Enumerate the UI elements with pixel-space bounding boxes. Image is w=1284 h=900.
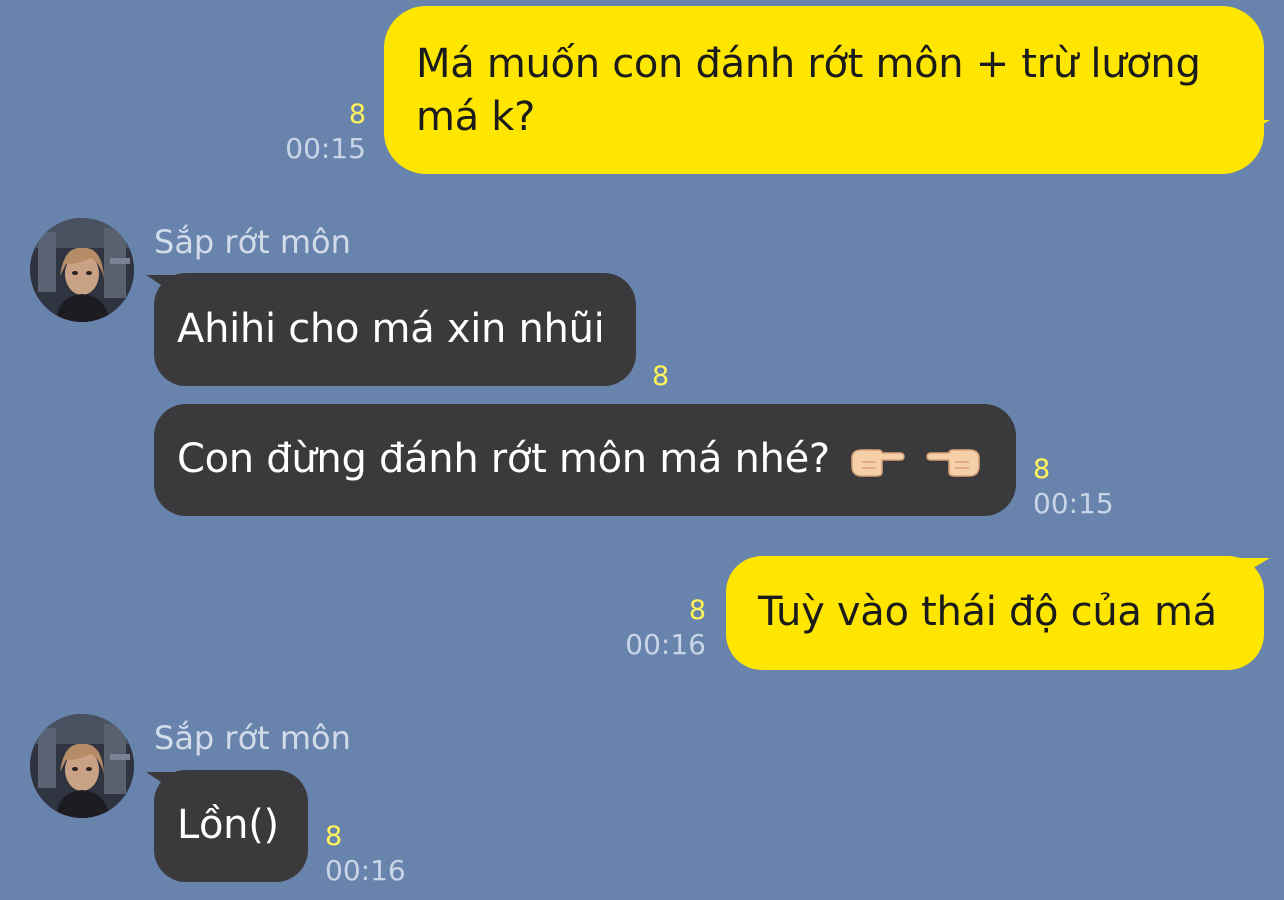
profile-photo-icon [30,218,134,322]
bubble-tail [146,772,176,792]
received-message-bubble[interactable]: Lồn() [154,770,308,882]
bubble-tail [1236,558,1270,578]
read-count: 8 [325,821,343,852]
message-meta: 8 [652,360,669,393]
profile-photo-icon [30,714,134,818]
message-meta: 8 00:16 [625,594,706,663]
message-text-line: má k? [416,94,536,140]
sent-message-bubble[interactable]: Tuỳ vào thái độ của má [726,556,1264,670]
received-message-bubble[interactable]: Con đừng đánh rớt môn má nhé? [154,404,1016,516]
read-count: 8 [348,99,366,130]
read-count: 8 [688,595,706,626]
pointing-left-hand-icon [925,439,983,492]
message-time: 00:15 [285,132,366,165]
message-text: Con đừng đánh rớt môn má nhé? [177,436,830,482]
message-text: Ahihi cho má xin nhũi [177,306,605,352]
read-count: 8 [1033,454,1051,485]
message-meta: 8 00:16 [325,820,406,889]
bubble-tail [1236,120,1270,140]
received-message-bubble[interactable]: Ahihi cho má xin nhũi [154,273,636,386]
sender-name: Sắp rớt môn [154,719,351,757]
message-time: 00:15 [1033,487,1114,520]
bubble-tail [146,275,176,295]
message-text-line: Má muốn con đánh rớt môn + trừ lương [416,41,1201,87]
pointing-right-hand-icon [848,439,906,492]
message-time: 00:16 [625,628,706,661]
avatar[interactable] [30,714,134,818]
message-meta: 8 00:15 [1033,453,1114,522]
message-text: Tuỳ vào thái độ của má [758,589,1217,635]
message-text: Lồn() [177,802,279,848]
read-count: 8 [652,361,670,392]
avatar[interactable] [30,218,134,322]
sent-message-bubble[interactable]: Má muốn con đánh rớt môn + trừ lương má … [384,6,1264,174]
message-time: 00:16 [325,854,406,887]
message-meta: 8 00:15 [285,98,366,167]
sender-name: Sắp rớt môn [154,223,351,261]
chat-thread[interactable]: 8 00:15 Má muốn con đánh rớt môn + trừ l… [0,0,1284,900]
